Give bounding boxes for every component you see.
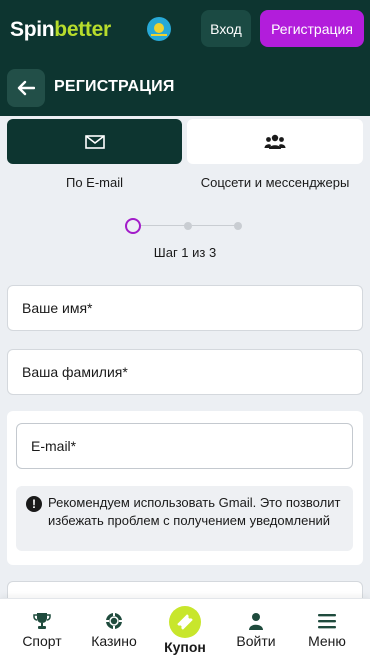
nav-item-sport[interactable]: Спорт xyxy=(5,599,79,662)
stepper-line xyxy=(141,225,185,226)
back-button[interactable] xyxy=(7,69,45,107)
ticket-icon xyxy=(177,614,193,630)
exclamation-icon: ! xyxy=(26,496,42,512)
tab-email[interactable] xyxy=(7,119,182,164)
envelope-icon xyxy=(84,134,105,149)
email-card: E-mail* ! Рекомендуем использовать Gmail… xyxy=(7,411,363,565)
page-title: РЕГИСТРАЦИЯ xyxy=(54,78,175,95)
top-header: Spinbetter Вход Регистрация xyxy=(0,0,370,60)
spinbetter-logo[interactable]: Spinbetter xyxy=(10,18,111,42)
nav-label: Меню xyxy=(308,633,346,649)
last-name-input[interactable]: Ваша фамилия* xyxy=(7,349,363,395)
stepper-step-1 xyxy=(125,218,141,234)
page-header: РЕГИСТРАЦИЯ xyxy=(0,60,370,116)
nav-label: Войти xyxy=(236,633,276,649)
nav-item-login[interactable]: Войти xyxy=(219,599,293,662)
stepper-step-2 xyxy=(184,222,192,230)
nav-item-menu[interactable]: Меню xyxy=(290,599,364,662)
stepper-line xyxy=(192,225,235,226)
bottom-nav: Спорт Казино Купон Войти Меню xyxy=(0,598,370,662)
gmail-notice: ! Рекомендуем использовать Gmail. Это по… xyxy=(16,486,353,551)
nav-item-coupon[interactable]: Купон xyxy=(148,599,222,662)
first-name-input[interactable]: Ваше имя* xyxy=(7,285,363,331)
casino-chip-icon xyxy=(106,613,122,629)
nav-label: Спорт xyxy=(22,633,62,649)
trophy-icon xyxy=(33,613,51,629)
arrow-left-icon xyxy=(17,80,35,96)
gmail-notice-text: Рекомендуем использовать Gmail. Это позв… xyxy=(48,495,341,528)
kazakhstan-flag-icon[interactable] xyxy=(147,17,171,41)
tab-email-label[interactable]: По E-mail xyxy=(7,175,182,190)
nav-label: Казино xyxy=(91,633,137,649)
register-button[interactable]: Регистрация xyxy=(260,10,364,47)
stepper-step-3 xyxy=(234,222,242,230)
users-icon xyxy=(264,134,286,149)
email-input[interactable]: E-mail* xyxy=(16,423,353,469)
nav-item-casino[interactable]: Казино xyxy=(77,599,151,662)
tab-social[interactable] xyxy=(187,119,363,164)
login-button[interactable]: Вход xyxy=(201,10,251,47)
nav-label: Купон xyxy=(164,639,206,655)
coupon-badge xyxy=(169,606,201,638)
user-icon xyxy=(249,613,263,630)
stepper-text: Шаг 1 из 3 xyxy=(153,245,217,260)
hamburger-icon xyxy=(318,614,336,629)
tab-social-label[interactable]: Соцсети и мессенджеры xyxy=(187,175,363,190)
